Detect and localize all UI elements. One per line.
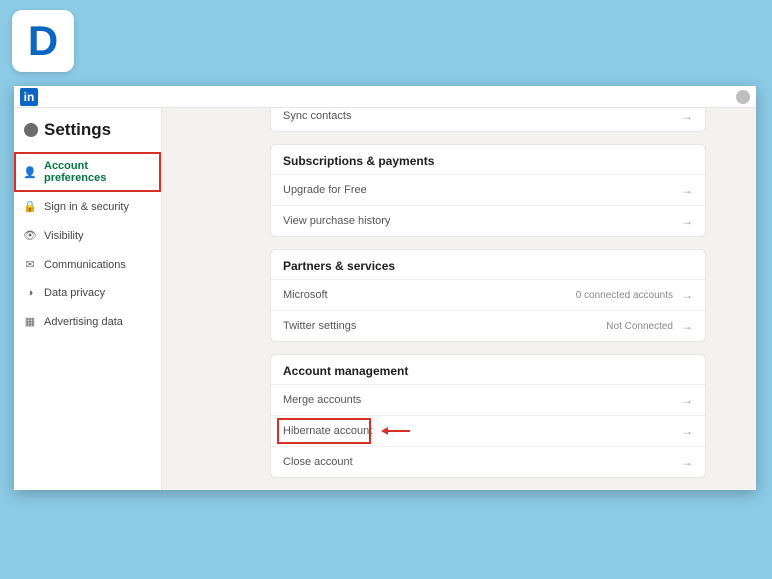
sidebar-item-label: Data privacy [44,287,105,299]
topbar: in [14,86,756,108]
row-sync-contacts[interactable]: Sync contacts → [271,108,705,131]
card-subscriptions: Subscriptions & payments Upgrade for Fre… [270,144,706,237]
profile-icon [24,123,38,137]
eye-icon: 👁 [24,229,36,242]
sidebar-item-label: Visibility [44,230,84,242]
row-merge-accounts[interactable]: Merge accounts → [271,384,705,415]
row-meta: Not Connected [606,321,673,332]
sidebar-header: Settings [14,118,161,152]
chevron-right-icon: → [681,183,693,197]
sidebar-item-label: Communications [44,259,126,271]
sidebar-item-visibility[interactable]: 👁 Visibility [14,221,161,250]
avatar[interactable] [736,90,750,104]
app-window: in Settings 👤 Account preferences 🔒 Sign… [14,86,756,490]
d-logo-letter: D [28,17,58,65]
card-partners: Partners & services Microsoft 0 connecte… [270,249,706,342]
sidebar-item-account-preferences[interactable]: 👤 Account preferences [14,152,161,192]
sidebar-item-sign-in-security[interactable]: 🔒 Sign in & security [14,192,161,221]
highlight-arrow [381,427,410,435]
row-label: Sync contacts [283,110,351,122]
lock-icon: 🔒 [24,200,36,213]
chevron-right-icon: → [681,288,693,302]
row-upgrade-for-free[interactable]: Upgrade for Free → [271,174,705,205]
chevron-right-icon: → [681,455,693,469]
row-label: View purchase history [283,215,390,227]
shield-icon: ◑ [24,287,36,299]
sidebar-item-label: Advertising data [44,316,123,328]
row-microsoft[interactable]: Microsoft 0 connected accounts → [271,279,705,310]
row-label: Hibernate account [283,425,372,437]
chevron-right-icon: → [681,109,693,123]
sidebar-item-communications[interactable]: ✉ Communications [14,250,161,279]
card-title: Subscriptions & payments [271,145,705,174]
chevron-right-icon: → [681,319,693,333]
row-label: Microsoft [283,289,328,301]
card-title: Account management [271,355,705,384]
row-close-account[interactable]: Close account → [271,446,705,477]
sidebar-item-data-privacy[interactable]: ◑ Data privacy [14,279,161,307]
row-right: → [681,109,693,123]
linkedin-logo-icon[interactable]: in [20,88,38,106]
arrow-left-icon [381,427,388,435]
card-truncated: Sync contacts → [270,108,706,132]
chevron-right-icon: → [681,424,693,438]
content-area: Settings 👤 Account preferences 🔒 Sign in… [14,108,756,490]
sidebar-item-advertising-data[interactable]: ▦ Advertising data [14,307,161,336]
row-hibernate-account[interactable]: Hibernate account → [271,415,705,446]
row-view-purchase-history[interactable]: View purchase history → [271,205,705,236]
sidebar: Settings 👤 Account preferences 🔒 Sign in… [14,108,162,490]
card-account-management: Account management Merge accounts → Hibe… [270,354,706,478]
mail-icon: ✉ [24,258,36,271]
card-title: Partners & services [271,250,705,279]
row-label: Merge accounts [283,394,361,406]
chevron-right-icon: → [681,393,693,407]
row-label: Upgrade for Free [283,184,367,196]
row-meta: 0 connected accounts [576,290,673,301]
chevron-right-icon: → [681,214,693,228]
sidebar-item-label: Account preferences [44,160,151,184]
row-label: Close account [283,456,353,468]
sidebar-item-label: Sign in & security [44,201,129,213]
footer: Help Center Privacy Policy Accessibility… [270,478,706,490]
person-icon: 👤 [24,166,36,179]
main-panel: Sync contacts → Subscriptions & payments… [162,108,756,490]
d-logo-badge: D [12,10,74,72]
page-title: Settings [44,120,111,140]
row-twitter-settings[interactable]: Twitter settings Not Connected → [271,310,705,341]
row-label: Twitter settings [283,320,356,332]
ad-icon: ▦ [24,315,36,328]
